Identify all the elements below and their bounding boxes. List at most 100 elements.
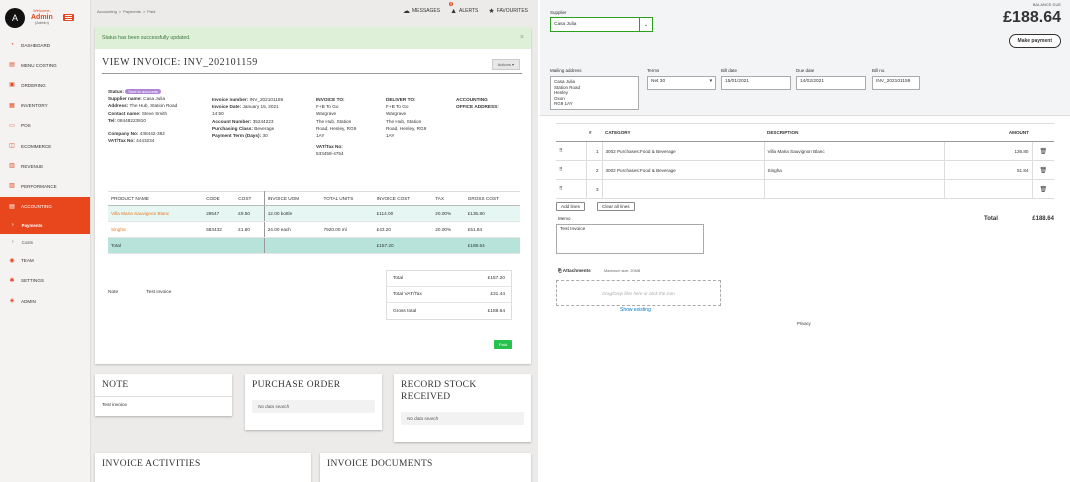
trash-icon[interactable]: 🗑 xyxy=(1032,160,1054,180)
category-cell[interactable] xyxy=(602,179,765,199)
success-message: Status has been successfully updated. xyxy=(102,35,191,41)
invoice-app: A Welcome, Admin (Admin) ◔ DASHBOARD ▤ MENU… xyxy=(0,0,538,482)
line-number: 3 xyxy=(586,179,603,199)
sidebar-item-label: ADMIN xyxy=(21,298,36,304)
line-number: 2 xyxy=(586,160,603,180)
sidebar-item-team[interactable]: ◉ TEAM xyxy=(0,251,90,271)
product-name-link[interactable]: Villa Maria Sauvignon Blanc xyxy=(108,205,204,222)
sidebar-item-performance[interactable]: ▨ PERFORMANCE xyxy=(0,176,90,196)
sidebar-item-admin[interactable]: ◈ ADMIN xyxy=(0,291,90,311)
paperclip-icon: ⎘ xyxy=(558,268,562,273)
bill-no-input[interactable]: INV_202101159 xyxy=(872,76,920,90)
sidebar-subitem-costs[interactable]: › Costs xyxy=(0,234,90,251)
actions-dropdown[interactable]: Actions ▾ xyxy=(491,59,520,70)
sidebar-item-pos[interactable]: ▭ POS xyxy=(0,116,90,136)
show-existing-link[interactable]: Show existing xyxy=(620,307,651,313)
sidebar-item-label: ORDERING xyxy=(21,82,46,88)
table-cell: £157.20 xyxy=(373,237,433,254)
info-value: Steve Smith xyxy=(140,110,168,116)
supplier-select[interactable]: Casa Julia ⌄ xyxy=(550,17,653,32)
welcome-text: Welcome, xyxy=(33,8,51,14)
totals-label: Gross total xyxy=(393,308,417,314)
table-cell xyxy=(203,237,236,254)
invoice-to-address: F+B To Go Wargrave The Hub, Station Road, H… xyxy=(316,103,356,139)
product-name-link[interactable]: Singha xyxy=(108,221,204,238)
avatar[interactable]: A xyxy=(5,7,25,28)
privacy-link[interactable]: Privacy xyxy=(797,321,811,326)
status-label: Status: xyxy=(108,89,124,94)
sidebar-item-ecommerce[interactable]: ◫ ECOMMERCE xyxy=(0,136,90,156)
team-icon: ◉ xyxy=(9,257,15,264)
info-row: Account Number: 35244223 xyxy=(212,118,283,125)
close-icon[interactable]: × xyxy=(520,34,524,41)
category-cell[interactable]: 3002 Purchases:Food & Beverage xyxy=(602,160,765,180)
table-cell xyxy=(264,237,321,254)
add-lines-button[interactable]: Add lines xyxy=(556,202,585,211)
drag-handle-icon[interactable]: ⠿ xyxy=(556,179,587,199)
breadcrumb-item[interactable]: Payments xyxy=(123,9,141,14)
bill-date-input[interactable]: 15/01/2021 xyxy=(721,76,791,90)
amount-cell[interactable]: 136.80 xyxy=(944,141,1033,161)
sidebar-item-ordering[interactable]: ▣ ORDERING xyxy=(0,75,90,95)
sidebar-item-menu-costing[interactable]: ▤ MENU COSTING xyxy=(0,55,90,75)
page-title: VIEW INVOICE: INV_202101159 xyxy=(102,57,258,68)
description-cell[interactable]: Singha xyxy=(764,160,945,180)
balance-due-amount: £188.64 xyxy=(1003,9,1061,26)
amount-cell[interactable] xyxy=(944,179,1033,199)
description-cell[interactable]: Villa Maria Sauvignon Blanc xyxy=(764,141,945,161)
pos-icon: ▭ xyxy=(9,122,15,129)
gear-icon: ✱ xyxy=(9,277,15,284)
office-address-title: OFFICE ADDRESS: xyxy=(456,104,499,110)
clear-all-lines-button[interactable]: Clear all lines xyxy=(597,202,635,211)
caret-down-icon: ▾ xyxy=(709,79,712,84)
file-drop-zone[interactable]: Drag/Drop files here or click the icon xyxy=(556,280,721,306)
table-cell: 29547 xyxy=(203,205,236,222)
supplier-label: Supplier xyxy=(550,10,567,15)
paid-button[interactable]: Paid xyxy=(494,340,513,349)
breadcrumb-item[interactable]: Paid xyxy=(147,9,155,14)
favourites-button[interactable]: ★ FAVOURITES xyxy=(488,7,528,15)
amount-cell[interactable]: 51.84 xyxy=(944,160,1033,180)
info-label: Address: xyxy=(108,103,129,109)
address-line: RG9 1AY xyxy=(554,101,573,107)
description-cell[interactable] xyxy=(764,179,945,199)
table-cell: 24.00 each xyxy=(264,221,321,238)
hamburger-menu-icon[interactable] xyxy=(62,14,74,21)
trash-icon[interactable]: 🗑 xyxy=(1032,141,1054,161)
drag-handle-icon[interactable]: ⠿ xyxy=(556,160,587,180)
sidebar-item-inventory[interactable]: ▦ INVENTORY xyxy=(0,96,90,116)
mailing-address-field[interactable]: Casa Julia Station Road Henley Oxon RG9 1AY xyxy=(550,76,639,110)
no-data-text: No data search xyxy=(401,412,524,425)
table-cell: 20.00% xyxy=(432,205,465,222)
terms-select[interactable]: Net 30 ▾ xyxy=(647,76,716,90)
alerts-button[interactable]: 6 ▲ ALERTS xyxy=(449,2,479,15)
breadcrumb-item[interactable]: Accounting xyxy=(97,9,117,14)
sidebar-item-revenue[interactable]: ▥ REVENUE xyxy=(0,156,90,176)
info-label: Invoice number: xyxy=(212,97,249,102)
products-table: PRODUCT NAME CODE COST INVOICE UOM TOTAL UNI… xyxy=(108,191,520,254)
trash-icon[interactable]: 🗑 xyxy=(1032,179,1054,199)
attachments-max-size: Maximum size: 20MB xyxy=(604,269,641,273)
memo-label: Memo xyxy=(558,216,571,221)
sidebar-header: A Welcome, Admin (Admin) xyxy=(0,0,90,35)
memo-textarea[interactable]: Test Invoice xyxy=(556,224,704,254)
sidebar-item-label: POS xyxy=(21,123,31,129)
total-value: £188.64 xyxy=(1032,216,1054,222)
info-row: Purchasing Class: Beverage xyxy=(212,125,283,132)
terms-value: Net 30 xyxy=(651,79,666,84)
messages-button[interactable]: ☁ MESSAGES xyxy=(403,7,440,15)
sidebar-item-accounting[interactable]: ▤ ACCOUNTING xyxy=(0,196,90,217)
table-body: Villa Maria Sauvignon Blanc 29547 £9.50 12.… xyxy=(108,205,520,254)
drag-handle-icon[interactable]: ⠿ xyxy=(556,141,587,161)
accounting-title: ACCOUNTING xyxy=(456,97,488,102)
make-payment-button[interactable]: Make payment xyxy=(1008,34,1061,48)
sidebar-subitem-payments[interactable]: › Payments xyxy=(0,216,90,234)
sidebar-subitem-label: Costs xyxy=(21,239,33,245)
alerts-label: ALERTS xyxy=(459,8,479,14)
sidebar-item-settings[interactable]: ✱ SETTINGS xyxy=(0,271,90,291)
due-date-input[interactable]: 14/02/2021 xyxy=(796,76,866,90)
chevron-down-icon[interactable]: ⌄ xyxy=(639,18,652,31)
category-cell[interactable]: 3002 Purchases:Food & Beverage xyxy=(602,141,765,161)
sidebar-item-dashboard[interactable]: ◔ DASHBOARD xyxy=(0,35,90,55)
inventory-icon: ▦ xyxy=(9,102,15,109)
